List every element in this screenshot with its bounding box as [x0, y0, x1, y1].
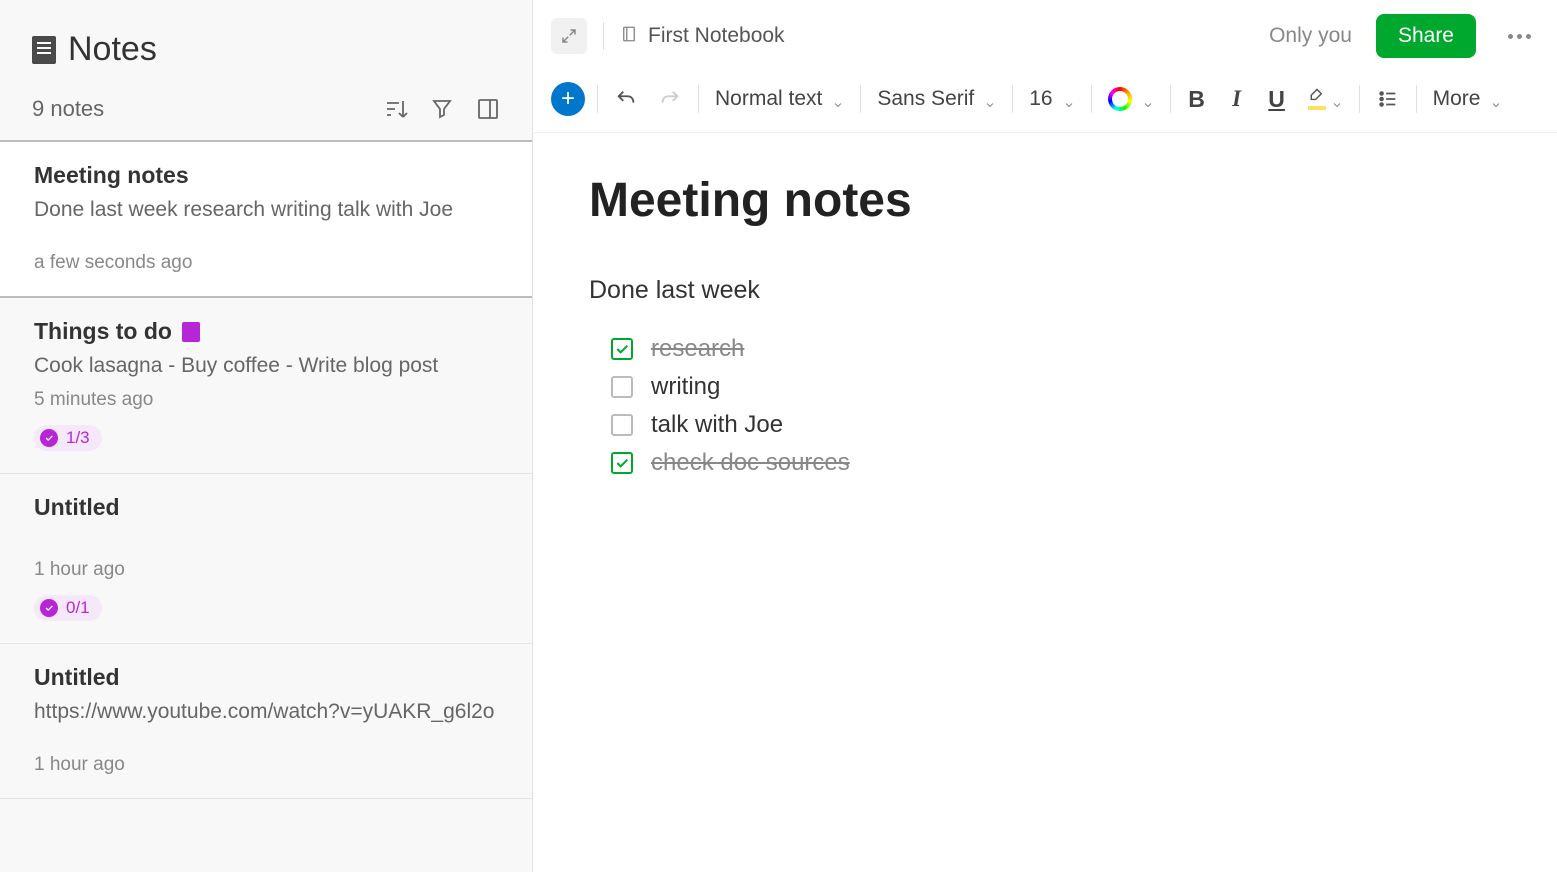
notes-icon	[32, 36, 56, 64]
font-size-select[interactable]: 16	[1025, 87, 1078, 111]
note-time: 1 hour ago	[34, 754, 498, 776]
check-text[interactable]: writing	[651, 373, 720, 401]
note-title: Things to do	[34, 318, 172, 345]
bold-button[interactable]: B	[1183, 86, 1211, 113]
task-badge[interactable]: 1/3	[34, 425, 102, 451]
note-time: 1 hour ago	[34, 559, 498, 581]
sidebar-header: Notes	[0, 0, 532, 85]
note-time: 5 minutes ago	[34, 389, 498, 411]
note-preview: https://www.youtube.com/watch?v=yUAKR_g6…	[34, 697, 498, 726]
text-style-label: Normal text	[715, 87, 822, 111]
notebook-link[interactable]: First Notebook	[620, 23, 785, 50]
note-item[interactable]: Things to do Cook lasagna - Buy coffee -…	[0, 298, 532, 473]
formatting-toolbar: + Normal text Sans Serif 16 B I	[533, 72, 1557, 133]
notebook-icon	[620, 23, 638, 50]
note-item[interactable]: Untitled 1 hour ago 0/1	[0, 474, 532, 644]
redo-button[interactable]	[654, 83, 686, 115]
checklist: research writing talk with Joe check doc…	[589, 335, 1501, 477]
pin-icon	[182, 322, 200, 342]
divider	[1091, 85, 1092, 113]
editor-header: First Notebook Only you Share	[533, 0, 1557, 72]
task-count: 1/3	[66, 428, 90, 448]
chevron-down-icon	[1490, 93, 1502, 105]
note-preview: Cook lasagna - Buy coffee - Write blog p…	[34, 351, 498, 380]
bullet-list-button[interactable]	[1372, 83, 1404, 115]
filter-button[interactable]	[428, 95, 456, 123]
note-list: Meeting notes Done last week research wr…	[0, 141, 532, 872]
check-circle-icon	[40, 429, 58, 447]
italic-button[interactable]: I	[1223, 86, 1251, 112]
divider	[1170, 85, 1171, 113]
note-title: Untitled	[34, 494, 120, 521]
notebook-name: First Notebook	[648, 24, 785, 48]
divider	[1012, 85, 1013, 113]
check-item: check doc sources	[611, 449, 1501, 477]
divider	[603, 22, 604, 50]
chevron-down-icon	[1063, 93, 1075, 105]
note-item[interactable]: Untitled https://www.youtube.com/watch?v…	[0, 644, 532, 799]
check-text[interactable]: talk with Joe	[651, 411, 783, 439]
more-menu-button[interactable]	[1500, 26, 1539, 47]
sidebar-title: Notes	[68, 30, 157, 69]
highlight-select[interactable]	[1303, 88, 1347, 110]
more-formatting-button[interactable]: More	[1429, 87, 1507, 111]
editor-body[interactable]: Meeting notes Done last week research wr…	[533, 133, 1557, 872]
note-title: Meeting notes	[34, 162, 189, 189]
document-title[interactable]: Meeting notes	[589, 173, 1501, 228]
undo-button[interactable]	[610, 83, 642, 115]
note-title: Untitled	[34, 664, 120, 691]
sidebar: Notes 9 notes Meeting notes Done last we…	[0, 0, 533, 872]
sidebar-toolbar: 9 notes	[0, 85, 532, 141]
note-preview: Done last week research writing talk wit…	[34, 195, 498, 224]
checkbox[interactable]	[611, 338, 633, 360]
chevron-down-icon	[1331, 93, 1343, 105]
share-button[interactable]: Share	[1376, 14, 1476, 58]
divider	[1359, 85, 1360, 113]
check-item: writing	[611, 373, 1501, 401]
divider	[860, 85, 861, 113]
editor: First Notebook Only you Share + Normal t…	[533, 0, 1557, 872]
highlighter-icon	[1307, 88, 1327, 110]
sort-button[interactable]	[382, 95, 410, 123]
text-style-select[interactable]: Normal text	[711, 87, 848, 111]
visibility-label: Only you	[1269, 24, 1352, 48]
font-family-label: Sans Serif	[877, 87, 974, 111]
task-badge[interactable]: 0/1	[34, 595, 102, 621]
chevron-down-icon	[832, 93, 844, 105]
font-size-label: 16	[1029, 87, 1052, 111]
checkbox[interactable]	[611, 452, 633, 474]
check-circle-icon	[40, 599, 58, 617]
divider	[597, 85, 598, 113]
check-text[interactable]: check doc sources	[651, 449, 850, 477]
font-family-select[interactable]: Sans Serif	[873, 87, 1000, 111]
divider	[698, 85, 699, 113]
check-text[interactable]: research	[651, 335, 744, 363]
checkbox[interactable]	[611, 376, 633, 398]
chevron-down-icon	[1142, 93, 1154, 105]
document-subhead[interactable]: Done last week	[589, 276, 1501, 305]
chevron-down-icon	[984, 93, 996, 105]
check-item: research	[611, 335, 1501, 363]
note-count: 9 notes	[32, 96, 104, 122]
view-toggle-button[interactable]	[474, 95, 502, 123]
note-item[interactable]: Meeting notes Done last week research wr…	[0, 140, 532, 298]
checkbox[interactable]	[611, 414, 633, 436]
check-item: talk with Joe	[611, 411, 1501, 439]
divider	[1416, 85, 1417, 113]
note-time: a few seconds ago	[34, 252, 498, 274]
text-color-select[interactable]	[1104, 87, 1158, 111]
sidebar-tools	[382, 95, 502, 123]
insert-button[interactable]: +	[551, 82, 585, 116]
expand-button[interactable]	[551, 18, 587, 54]
color-ring-icon	[1108, 87, 1132, 111]
task-count: 0/1	[66, 598, 90, 618]
more-label: More	[1433, 87, 1481, 111]
underline-button[interactable]: U	[1263, 86, 1291, 113]
note-preview	[34, 527, 498, 551]
